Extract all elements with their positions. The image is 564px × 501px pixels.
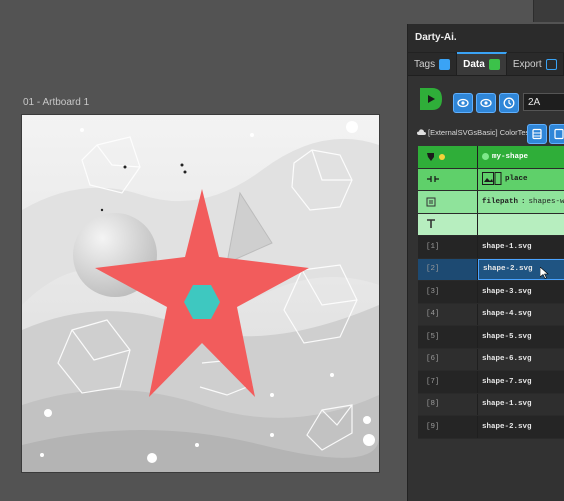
grid-header-name-row: my-shape <box>418 146 564 169</box>
table-row[interactable]: [4] shape-4.svg <box>418 303 564 326</box>
eye-icon <box>480 98 492 108</box>
eye-icon <box>457 98 469 108</box>
database-icon <box>532 128 542 140</box>
filepath-label: filepath <box>482 197 519 206</box>
grid-header-text-cell[interactable] <box>478 214 564 236</box>
text-type-icon[interactable] <box>426 219 436 229</box>
row-index: [1] <box>418 236 478 258</box>
filepath-value: shapes-with <box>528 197 564 206</box>
row-index: [5] <box>418 326 478 348</box>
tag-icon <box>439 58 451 70</box>
row-code-field[interactable]: 2A <box>523 93 564 111</box>
grid-header-text-row <box>418 213 564 236</box>
row-index: [7] <box>418 371 478 393</box>
artboard-artwork <box>22 115 379 472</box>
link-arrows-icon[interactable] <box>426 174 440 184</box>
darty-logo-icon <box>420 88 442 110</box>
row-value[interactable]: shape-5.svg <box>478 326 564 348</box>
table-row-selected[interactable]: [2] shape-2.svg <box>418 258 564 281</box>
row-index: [6] <box>418 348 478 370</box>
settings-small-icon[interactable] <box>426 197 436 207</box>
grid-header-link-row: place <box>418 168 564 191</box>
tab-tags[interactable]: Tags <box>408 53 458 75</box>
panel-tabs: Tags Data Export <box>408 52 564 76</box>
cloud-icon <box>417 129 426 135</box>
row-value[interactable]: shape-3.svg <box>478 281 564 303</box>
window-edge <box>533 0 564 22</box>
grid-header-cell <box>418 191 478 213</box>
database-icon <box>554 128 564 140</box>
table-row[interactable]: [7] shape-7.svg <box>418 371 564 394</box>
paint-bucket-icon[interactable] <box>426 152 446 162</box>
grid-header-filepath-row: filepath: shapes-with <box>418 191 564 214</box>
tab-tags-label: Tags <box>414 58 436 70</box>
datasource-link-button[interactable] <box>549 124 564 144</box>
tab-data[interactable]: Data <box>457 52 507 75</box>
datasource-bar: [ExternalSVGsBasic] ColorTest <box>408 122 564 146</box>
grid-header-name-cell[interactable]: my-shape <box>478 146 564 168</box>
column-name: my-shape <box>492 152 529 161</box>
row-value: shape-2.svg <box>483 265 533 274</box>
show-button[interactable] <box>453 93 473 113</box>
table-row[interactable]: [6] shape-6.svg <box>418 348 564 371</box>
grid-header-link-cell[interactable]: place <box>478 169 564 191</box>
row-value[interactable]: shape-1.svg <box>478 394 564 416</box>
export-icon <box>545 58 557 70</box>
column-link-label: place <box>505 175 528 184</box>
grid-header-cell <box>418 168 478 190</box>
tab-data-label: Data <box>463 59 485 70</box>
image-place-icon <box>482 172 502 186</box>
tab-export-label: Export <box>512 58 542 70</box>
artboard[interactable] <box>22 115 379 472</box>
table-row[interactable]: [8] shape-1.svg <box>418 393 564 416</box>
artboard-label: 01 - Artboard 1 <box>23 97 90 108</box>
data-grid: my-shape place filepath: shapes-with <box>418 146 564 439</box>
history-button[interactable] <box>499 93 519 113</box>
row-value-cell[interactable]: shape-2.svg <box>478 258 564 280</box>
tab-export[interactable]: Export <box>507 53 564 75</box>
row-value[interactable]: shape-1.svg <box>478 236 564 258</box>
panel-title: Darty-Ai. <box>408 24 564 53</box>
table-row[interactable]: [9] shape-2.svg <box>418 416 564 439</box>
clock-icon <box>503 97 515 109</box>
row-index: [2] <box>418 258 478 280</box>
table-row[interactable]: [1] shape-1.svg <box>418 236 564 259</box>
status-dot-icon <box>482 153 489 161</box>
row-index: [9] <box>418 416 478 438</box>
grid-header-filepath-cell[interactable]: filepath: shapes-with <box>478 191 564 213</box>
grid-header-cell <box>418 146 478 168</box>
cursor-icon <box>539 267 549 280</box>
row-index: [8] <box>418 393 478 415</box>
table-row[interactable]: [5] shape-5.svg <box>418 326 564 349</box>
grid-header-cell <box>418 213 478 235</box>
datasource-sync-button[interactable] <box>527 124 547 144</box>
row-value[interactable]: shape-6.svg <box>478 349 564 371</box>
darty-ai-panel: Darty-Ai. Tags Data Export 2A [ExternalS… <box>407 24 564 501</box>
data-icon <box>488 59 500 70</box>
datasource-name: [ExternalSVGsBasic] ColorTest <box>428 128 532 137</box>
row-value[interactable]: shape-4.svg <box>478 304 564 326</box>
table-row[interactable]: [3] shape-3.svg <box>418 281 564 304</box>
row-index: [4] <box>418 303 478 325</box>
data-toolbar: 2A <box>408 76 564 122</box>
row-value[interactable]: shape-7.svg <box>478 371 564 393</box>
row-index: [3] <box>418 281 478 303</box>
row-value[interactable]: shape-2.svg <box>478 416 564 438</box>
filepath-separator: : <box>521 197 526 206</box>
preview-button[interactable] <box>476 93 496 113</box>
